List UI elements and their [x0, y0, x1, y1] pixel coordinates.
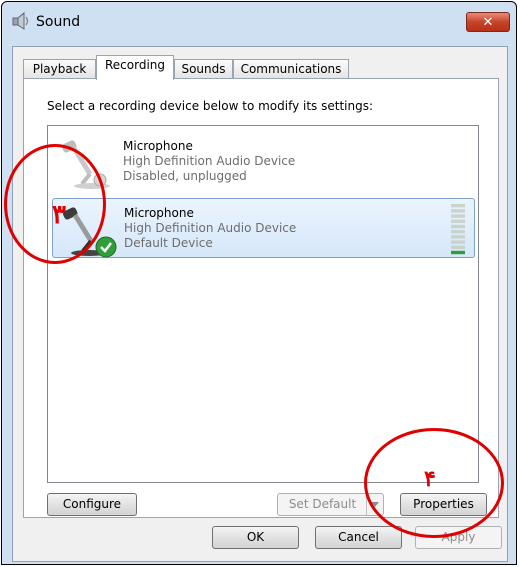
meter-segment [451, 219, 465, 223]
checkmark-icon [95, 236, 117, 258]
ok-button[interactable]: OK [212, 526, 299, 549]
set-default-label: Set Default [288, 497, 357, 511]
device-description: High Definition Audio Device [124, 221, 297, 235]
device-item-microphone-disabled[interactable]: Microphone High Definition Audio Device … [52, 132, 475, 192]
meter-segment [451, 240, 465, 244]
window-title: Sound [36, 14, 81, 30]
device-name: Microphone [123, 139, 193, 153]
meter-segment [451, 230, 465, 234]
close-icon: ✕ [482, 15, 494, 30]
tab-playback[interactable]: Playback [23, 59, 96, 79]
tab-communications[interactable]: Communications [233, 59, 349, 79]
meter-segment [451, 245, 465, 249]
annotation-number-4: ۴ [424, 466, 436, 492]
meter-segment [451, 204, 465, 208]
device-status: Default Device [124, 236, 213, 250]
meter-segment [451, 224, 465, 229]
annotation-number-3: ۳ [52, 200, 66, 230]
configure-button[interactable]: Configure [47, 493, 137, 516]
title-bar: Sound ✕ [2, 2, 516, 46]
meter-segment [451, 214, 465, 218]
meter-segment [451, 250, 465, 255]
device-name: Microphone [124, 206, 194, 220]
close-button[interactable]: ✕ [466, 12, 510, 32]
device-description: High Definition Audio Device [123, 154, 296, 168]
tab-recording[interactable]: Recording [96, 55, 174, 80]
device-item-microphone-default[interactable]: Microphone High Definition Audio Device … [52, 198, 475, 258]
device-status: Disabled, unplugged [123, 169, 247, 183]
meter-segment [451, 235, 465, 239]
level-meter [451, 204, 465, 255]
tab-sounds[interactable]: Sounds [174, 59, 233, 79]
speaker-icon [12, 11, 29, 30]
cancel-button[interactable]: Cancel [315, 526, 402, 549]
meter-segment [451, 209, 465, 213]
instruction-text: Select a recording device below to modif… [47, 99, 374, 113]
